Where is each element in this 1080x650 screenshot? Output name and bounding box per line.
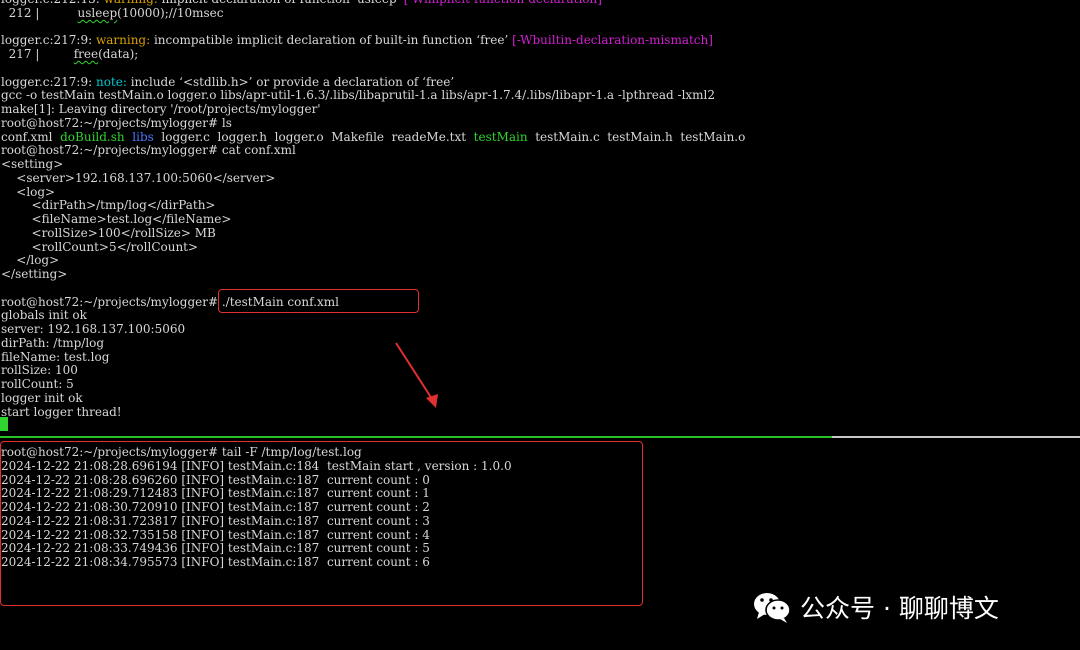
line-segment: usleep <box>77 5 118 20</box>
line-segment: <log> <box>1 184 56 199</box>
line-segment: logger.c logger.h logger.o Makefile read… <box>153 129 474 144</box>
terminal-line: <log> <box>1 184 745 200</box>
line-segment: <rollSize>100</rollSize> MB <box>1 225 216 240</box>
line-segment: start logger thread! <box>1 404 122 419</box>
annotation-arrow-icon <box>395 342 438 408</box>
terminal-line: logger init ok <box>1 390 745 406</box>
line-segment: note: <box>95 74 127 89</box>
terminal-line: logger.c:217:9: note: include ‘<stdlib.h… <box>1 74 745 90</box>
line-segment: logger init ok <box>1 390 83 405</box>
line-segment: testMain.c testMain.h testMain.o <box>527 129 746 144</box>
line-segment: <setting> <box>1 157 64 171</box>
terminal-line: <server>192.168.137.100:5060</server> <box>1 170 745 186</box>
line-segment: logger.c:217:9: <box>1 33 96 48</box>
line-segment: </setting> <box>1 267 68 281</box>
terminal-line: gcc -o testMain testMain.o logger.o libs… <box>1 88 745 103</box>
terminal-line: server: 192.168.137.100:5060 <box>1 322 745 337</box>
watermark: 公众号 · 聊聊博文 <box>752 589 999 625</box>
line-segment: [-Wimplicit-function-declaration] <box>404 0 602 6</box>
line-segment: dirPath: /tmp/log <box>1 335 105 350</box>
terminal-line: 217 | free(data); <box>1 47 745 62</box>
line-segment: make[1]: Leaving directory '/root/projec… <box>1 102 321 116</box>
line-segment: incompatible implicit declaration of bui… <box>150 33 513 48</box>
terminal-line: </log> <box>1 253 745 268</box>
terminal-line: root@host72:~/projects/mylogger# cat con… <box>1 143 745 158</box>
line-segment: include ‘<stdlib.h>’ or provide a declar… <box>126 74 455 89</box>
command-highlight-box <box>218 289 419 313</box>
terminal-line: 212 | usleep(10000);//10msec <box>1 5 745 21</box>
terminal-line: conf.xml doBuild.sh libs logger.c logger… <box>1 129 746 145</box>
line-segment: <rollCount>5</rollCount> <box>1 239 199 254</box>
line-segment: doBuild.sh <box>60 129 125 144</box>
line-segment: fileName: test.log <box>1 349 110 364</box>
line-segment: testMain <box>473 129 528 144</box>
line-segment: rollSize: 100 <box>1 363 78 378</box>
line-segment: (data); <box>98 47 139 61</box>
terminal-line: make[1]: Leaving directory '/root/projec… <box>1 102 745 117</box>
pane-divider-progress[interactable] <box>0 436 832 438</box>
line-segment: conf.xml <box>1 129 61 144</box>
terminal-output: logger.c:212:13: warning: implicit decla… <box>1 0 745 419</box>
terminal-line: <rollSize>100</rollSize> MB <box>1 225 745 241</box>
pane-divider-track[interactable] <box>832 436 1080 438</box>
line-segment: rollCount: 5 <box>1 377 74 391</box>
line-segment: free <box>73 47 99 61</box>
line-segment: globals init ok <box>1 308 87 323</box>
line-segment: 217 | <box>1 47 74 61</box>
watermark-text: 公众号 · 聊聊博文 <box>800 594 999 623</box>
terminal-line: <dirPath>/tmp/log</dirPath> <box>1 198 745 213</box>
line-segment: <fileName>test.log</fileName> <box>1 212 232 226</box>
terminal-line: rollSize: 100 <box>1 363 745 378</box>
line-segment: <dirPath>/tmp/log</dirPath> <box>1 198 216 213</box>
terminal-line: logger.c:217:9: warning: incompatible im… <box>1 33 745 48</box>
terminal-line: rollCount: 5 <box>1 377 745 392</box>
line-segment: server: 192.168.137.100:5060 <box>1 322 186 336</box>
terminal-line: start logger thread! <box>1 404 745 420</box>
line-segment: root@host72:~/projects/mylogger# cat con… <box>1 143 296 158</box>
terminal-line: root@host72:~/projects/mylogger# ls <box>1 115 745 131</box>
wechat-icon <box>754 593 791 623</box>
line-segment: (10000);//10msec <box>117 5 224 20</box>
terminal-line: dirPath: /tmp/log <box>1 335 745 351</box>
line-segment: [-Wbuiltin-declaration-mismatch] <box>512 33 713 48</box>
line-segment: 212 | <box>1 5 78 20</box>
terminal-line: fileName: test.log <box>1 349 745 365</box>
terminal-line: <rollCount>5</rollCount> <box>1 239 745 255</box>
line-segment: libs <box>132 129 154 144</box>
terminal-top-pane[interactable]: logger.c:212:13: warning: implicit decla… <box>0 0 1080 436</box>
line-segment: warning: <box>95 33 151 48</box>
line-segment: </log> <box>1 253 60 268</box>
terminal-line: <fileName>test.log</fileName> <box>1 212 745 227</box>
terminal-line: </setting> <box>1 267 745 282</box>
line-segment: root@host72:~/projects/mylogger# ls <box>1 115 232 130</box>
line-segment: logger.c:217:9: <box>1 74 96 89</box>
log-highlight-box <box>0 441 643 606</box>
line-segment: <server>192.168.137.100:5060</server> <box>1 170 276 185</box>
terminal-line: <setting> <box>1 157 745 172</box>
terminal-cursor <box>0 417 8 431</box>
line-segment: gcc -o testMain testMain.o logger.o libs… <box>1 88 716 103</box>
